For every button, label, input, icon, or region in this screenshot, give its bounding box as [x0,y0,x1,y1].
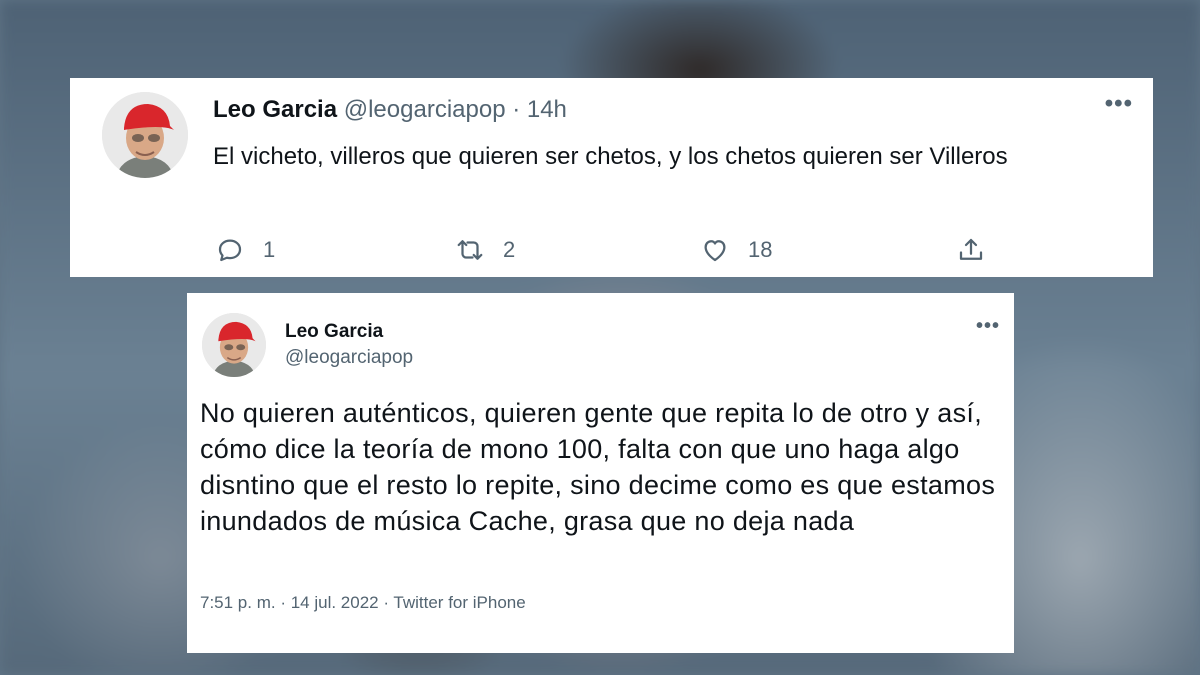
more-icon[interactable]: ••• [976,315,1000,338]
retweet-icon [457,240,483,260]
tweet-text: El vicheto, villeros que quieren ser che… [213,143,1008,170]
tweet-timestamp[interactable]: 7:51 p. m. · 14 jul. 2022 · Twitter for … [200,593,526,613]
share-icon [959,238,983,260]
tweet-text: No quieren auténticos, quieren gente que… [200,398,996,536]
like-icon [704,240,726,262]
author-handle[interactable]: @leogarciapop [285,347,413,369]
tweet-actions: 1 2 18 [70,235,1153,275]
like-count: 18 [748,237,773,262]
avatar[interactable] [202,313,266,377]
tweet-header: Leo Garcia @leogarciapop · 14h [213,96,567,124]
avatar[interactable] [102,92,188,178]
reply-icon [218,239,242,262]
tweet-card-expanded[interactable]: Leo Garcia @leogarciapop ••• No quieren … [187,293,1014,653]
reply-count: 1 [263,237,276,262]
more-icon[interactable]: ••• [1105,90,1133,118]
retweet-count: 2 [503,237,516,262]
author-name[interactable]: Leo Garcia [213,96,337,123]
reply-button[interactable]: 1 [215,235,275,265]
like-button[interactable]: 18 [700,235,772,265]
author-meta[interactable]: @leogarciapop · 14h [344,96,567,123]
retweet-button[interactable]: 2 [455,235,515,265]
share-button[interactable] [956,235,986,265]
author-name[interactable]: Leo Garcia [285,321,383,343]
tweet-card-short[interactable]: Leo Garcia @leogarciapop · 14h ••• El vi… [70,78,1153,277]
